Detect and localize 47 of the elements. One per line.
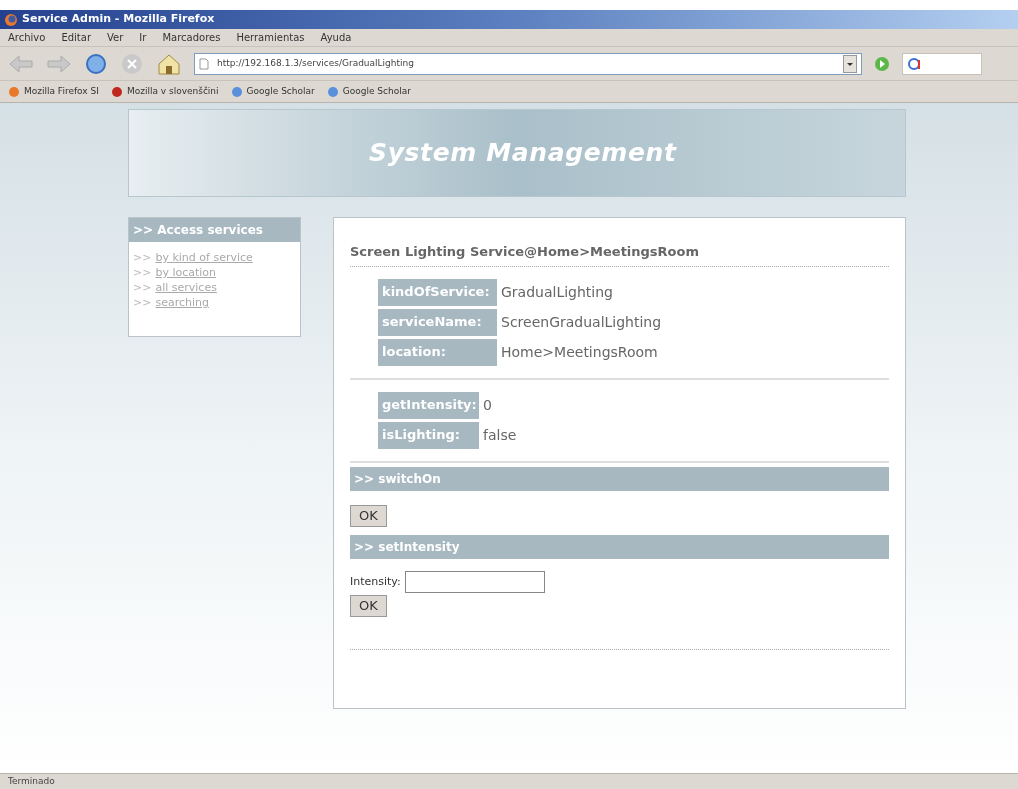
field-label: Intensity: <box>350 573 401 590</box>
menu-item[interactable]: Archivo <box>8 30 46 45</box>
dropdown-caret-icon[interactable] <box>843 54 857 73</box>
property-value: GradualLighting <box>500 282 614 302</box>
input-field[interactable] <box>404 570 545 593</box>
window-title: Service Admin - Mozilla Firefox <box>22 11 215 28</box>
menu-item[interactable]: Ayuda <box>320 30 352 45</box>
link-marker: >> <box>133 280 152 295</box>
address-text: http://192.168.1.3/services/GradualLighting <box>217 56 415 70</box>
page-icon <box>199 57 209 70</box>
property-label: getIntensity: <box>378 391 479 419</box>
bookmark-icon <box>110 85 123 98</box>
operation-header: >> switchOn <box>350 466 889 491</box>
address-field[interactable]: http://192.168.1.3/services/GradualLighting <box>194 52 862 75</box>
menu-item[interactable]: Ver <box>107 30 124 45</box>
bookmark-item[interactable]: Mozilla Firefox SI <box>8 84 99 99</box>
menu-item[interactable]: Marcadores <box>162 30 221 45</box>
status-text: Terminado <box>8 774 55 788</box>
banner-title: System Management <box>369 137 677 170</box>
bookmark-icon <box>8 85 20 98</box>
property-value: ScreenGradualLighting <box>500 312 663 332</box>
bookmark-icon <box>230 85 243 98</box>
property-label: isLighting: <box>378 421 479 449</box>
menu-item[interactable]: Herramientas <box>236 30 305 45</box>
link-marker: >> <box>133 295 152 310</box>
search-field[interactable] <box>902 52 982 75</box>
menu-item[interactable]: Editar <box>61 30 91 45</box>
link-marker: >> <box>133 265 152 280</box>
ok-button[interactable]: OK <box>350 594 387 617</box>
bookmark-icon <box>326 85 339 98</box>
property-value: 0 <box>482 395 493 415</box>
property-value: false <box>482 425 518 445</box>
property-label: location: <box>378 338 497 366</box>
menu-item[interactable]: Ir <box>139 30 147 45</box>
property-label: kindOfService: <box>378 278 497 306</box>
property-label: serviceName: <box>378 308 497 336</box>
link-marker: >> <box>133 250 152 265</box>
service-heading: Screen Lighting Service@Home>MeetingsRoom <box>350 242 889 267</box>
bookmark-item[interactable]: Google Scholar <box>230 84 315 99</box>
bookmark-item[interactable]: Google Scholar <box>326 84 411 99</box>
property-value: Home>MeetingsRoom <box>500 342 659 362</box>
go-icon[interactable] <box>874 55 890 72</box>
ok-button[interactable]: OK <box>350 504 387 527</box>
sidebar-title: >> Access services <box>129 218 300 242</box>
bookmark-item[interactable]: Mozilla v slovenščini <box>110 84 219 99</box>
operation-header: >> setIntensity <box>350 534 889 559</box>
browser-logo-icon <box>4 12 18 27</box>
